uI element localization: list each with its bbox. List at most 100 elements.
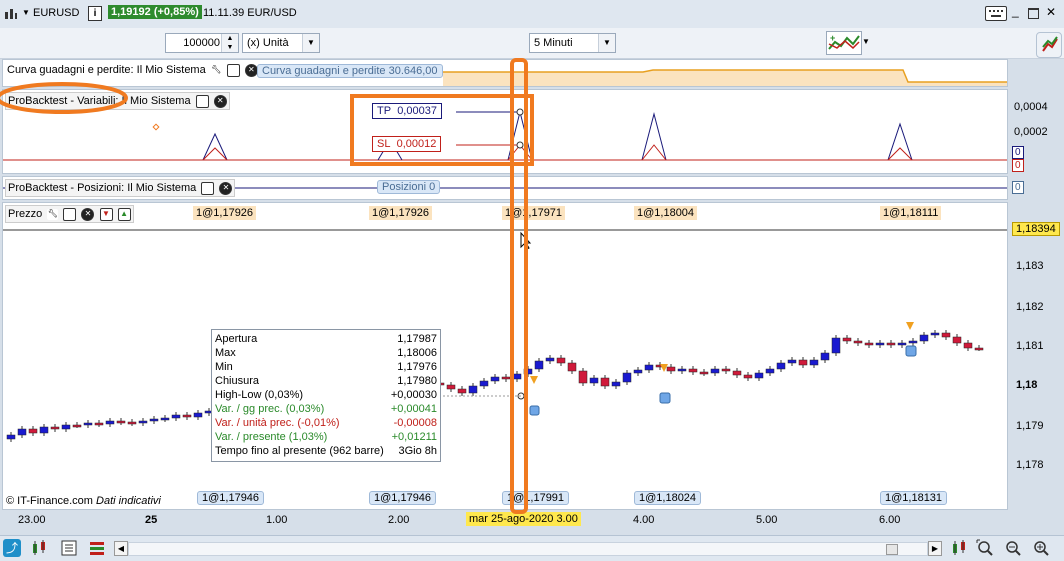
close-icon[interactable]: ✕ (219, 181, 233, 195)
order-tag-bottom: 1@1,18131 (880, 491, 948, 505)
equity-value-tag: Curva guadagni e perdite 30.646,00 (257, 64, 443, 78)
info-row-label: Var. / presente (1,03%) (215, 431, 328, 443)
close-icon[interactable]: ✕ (244, 63, 258, 77)
candle (72, 424, 82, 428)
axis-tick: 0,0004 (1014, 101, 1048, 113)
share-icon[interactable]: ⤴ (3, 539, 21, 557)
positions-panel-title[interactable]: ProBacktest - Posizioni: Il Mio Sistema … (5, 179, 236, 197)
wrench-icon[interactable]: 🔧︎ (47, 208, 59, 220)
candle (39, 426, 49, 434)
chevron-down-icon[interactable]: ▼ (598, 34, 615, 52)
keyboard-icon[interactable] (985, 6, 1007, 21)
candle (94, 422, 104, 426)
info-row-label: Min (215, 361, 233, 373)
window-icon[interactable] (63, 207, 77, 221)
info-row-label: Var. / unità prec. (-0,01%) (215, 417, 340, 429)
info-row-label: Apertura (215, 333, 258, 345)
info-row: Tempo fino al presente (962 barre) 3Gio 8… (215, 444, 437, 458)
variables-panel-title[interactable]: ProBacktest - Variabili: Il Mio Sistema … (5, 92, 230, 110)
title-bar: ▼ EURUSD i 1,19192 (+0,85%) 11.11.39 EUR… (0, 0, 1064, 29)
candle (457, 388, 467, 394)
candle (897, 342, 907, 346)
window-icon[interactable] (195, 94, 209, 108)
info-row-value: 1,17980 (397, 375, 437, 387)
candle (644, 364, 654, 371)
info-row-value: 3Gio 8h (398, 445, 437, 457)
quantity-input[interactable]: 100000 ▲ ▼ (165, 33, 239, 53)
side-panel-tab[interactable] (1036, 32, 1062, 58)
arrow-marker (530, 376, 538, 384)
scrollbar-thumb[interactable] (886, 544, 898, 555)
candle (600, 377, 610, 387)
unit-select[interactable]: (x) Unità ▼ (242, 33, 320, 53)
arrow-marker (906, 322, 914, 330)
variables-panel: ProBacktest - Variabili: Il Mio Sistema … (2, 89, 1008, 174)
candle (171, 414, 181, 419)
orders-icon[interactable] (88, 539, 106, 557)
copyright-text: © IT-Finance.com Dati indicativi (6, 495, 161, 507)
close-icon[interactable]: ✕ (81, 207, 95, 221)
candle (479, 380, 489, 387)
quantity-stepper[interactable]: ▲ ▼ (221, 34, 238, 52)
candle (842, 337, 852, 342)
equity-panel-title[interactable]: Curva guadagni e perdite: Il Mio Sistema… (5, 62, 260, 78)
minimize-icon[interactable]: _ (1012, 4, 1019, 18)
candle (193, 412, 203, 418)
window-icon[interactable] (201, 181, 215, 195)
order-tag-bottom: 1@1,18024 (634, 491, 702, 505)
candle (545, 357, 555, 362)
candle (622, 372, 632, 383)
candle (578, 370, 588, 384)
price-panel-title[interactable]: Prezzo 🔧︎ ✕ ▼ ▲ (5, 205, 134, 223)
sell-order-icon[interactable]: ▼ (99, 207, 113, 221)
x-axis-label: 6.00 (879, 514, 901, 526)
candle-info-box: Apertura 1,17987 Max 1,18006 Min 1,17976 Chius… (211, 329, 441, 462)
chart-icon[interactable] (4, 7, 18, 21)
candle (919, 334, 929, 342)
info-row-label: Tempo fino al presente (962 barre) (215, 445, 384, 457)
candlestick-icon[interactable] (950, 539, 968, 557)
zoom-in-icon[interactable] (1032, 539, 1050, 557)
indicator-dropdown-icon[interactable]: ▼ (862, 37, 870, 46)
svg-text:+: + (830, 33, 835, 43)
timeframe-select-value: 5 Minuti (534, 37, 573, 49)
price-change-badge: 1,19192 (+0,85%) (108, 5, 202, 19)
candle (512, 373, 522, 380)
candle (6, 434, 16, 440)
wrench-icon[interactable]: 🔧︎ (210, 64, 222, 76)
indicator-add-icon[interactable]: + (826, 31, 862, 55)
scroll-left-button[interactable]: ◀ (114, 541, 128, 556)
window-icon[interactable] (226, 63, 240, 77)
horizontal-scrollbar[interactable] (128, 542, 928, 556)
dropdown-icon[interactable]: ▼ (22, 8, 30, 17)
candle (699, 371, 709, 375)
close-icon[interactable]: ✕ (213, 94, 227, 108)
unit-select-value: (x) Unità (247, 37, 289, 49)
scroll-right-button[interactable]: ▶ (928, 541, 942, 556)
zoom-out-icon[interactable] (1004, 539, 1022, 557)
list-icon[interactable] (60, 539, 78, 557)
zoom-fit-icon[interactable] (976, 539, 994, 557)
axis-tick: 1,18 (1016, 379, 1038, 391)
axis-tick: 1,181 (1016, 340, 1044, 352)
cursor-time-label: mar 25-ago-2020 3.00 (466, 512, 581, 526)
positions-tag: Posizioni 0 (377, 180, 441, 194)
maximize-icon[interactable] (1028, 8, 1039, 19)
timeframe-select[interactable]: 5 Minuti ▼ (529, 33, 616, 53)
symbol-label[interactable]: EURUSD (33, 7, 79, 19)
close-icon[interactable]: ✕ (1046, 5, 1056, 19)
info-row: Apertura 1,17987 (215, 332, 437, 346)
axis-tag: 0 (1012, 181, 1024, 194)
order-toolbar: 100000 ▲ ▼ (x) Unità ▼ 5 Minuti ▼ + ▼ (0, 28, 1064, 59)
note-label: Dati indicativi (96, 495, 161, 507)
info-icon[interactable]: i (88, 6, 102, 21)
x-axis-label: 25 (145, 514, 158, 526)
buy-order-icon[interactable]: ▲ (117, 207, 131, 221)
order-tag-top: 1@1,18004 (634, 206, 698, 220)
chevron-down-icon[interactable]: ▼ (302, 34, 319, 52)
candle (743, 374, 753, 379)
x-axis-label: 23.00 (18, 514, 46, 526)
candlestick-icon[interactable] (30, 539, 48, 557)
sl-tag: SL 0,00012 (372, 136, 442, 152)
axis-tag: 0 (1012, 159, 1024, 172)
